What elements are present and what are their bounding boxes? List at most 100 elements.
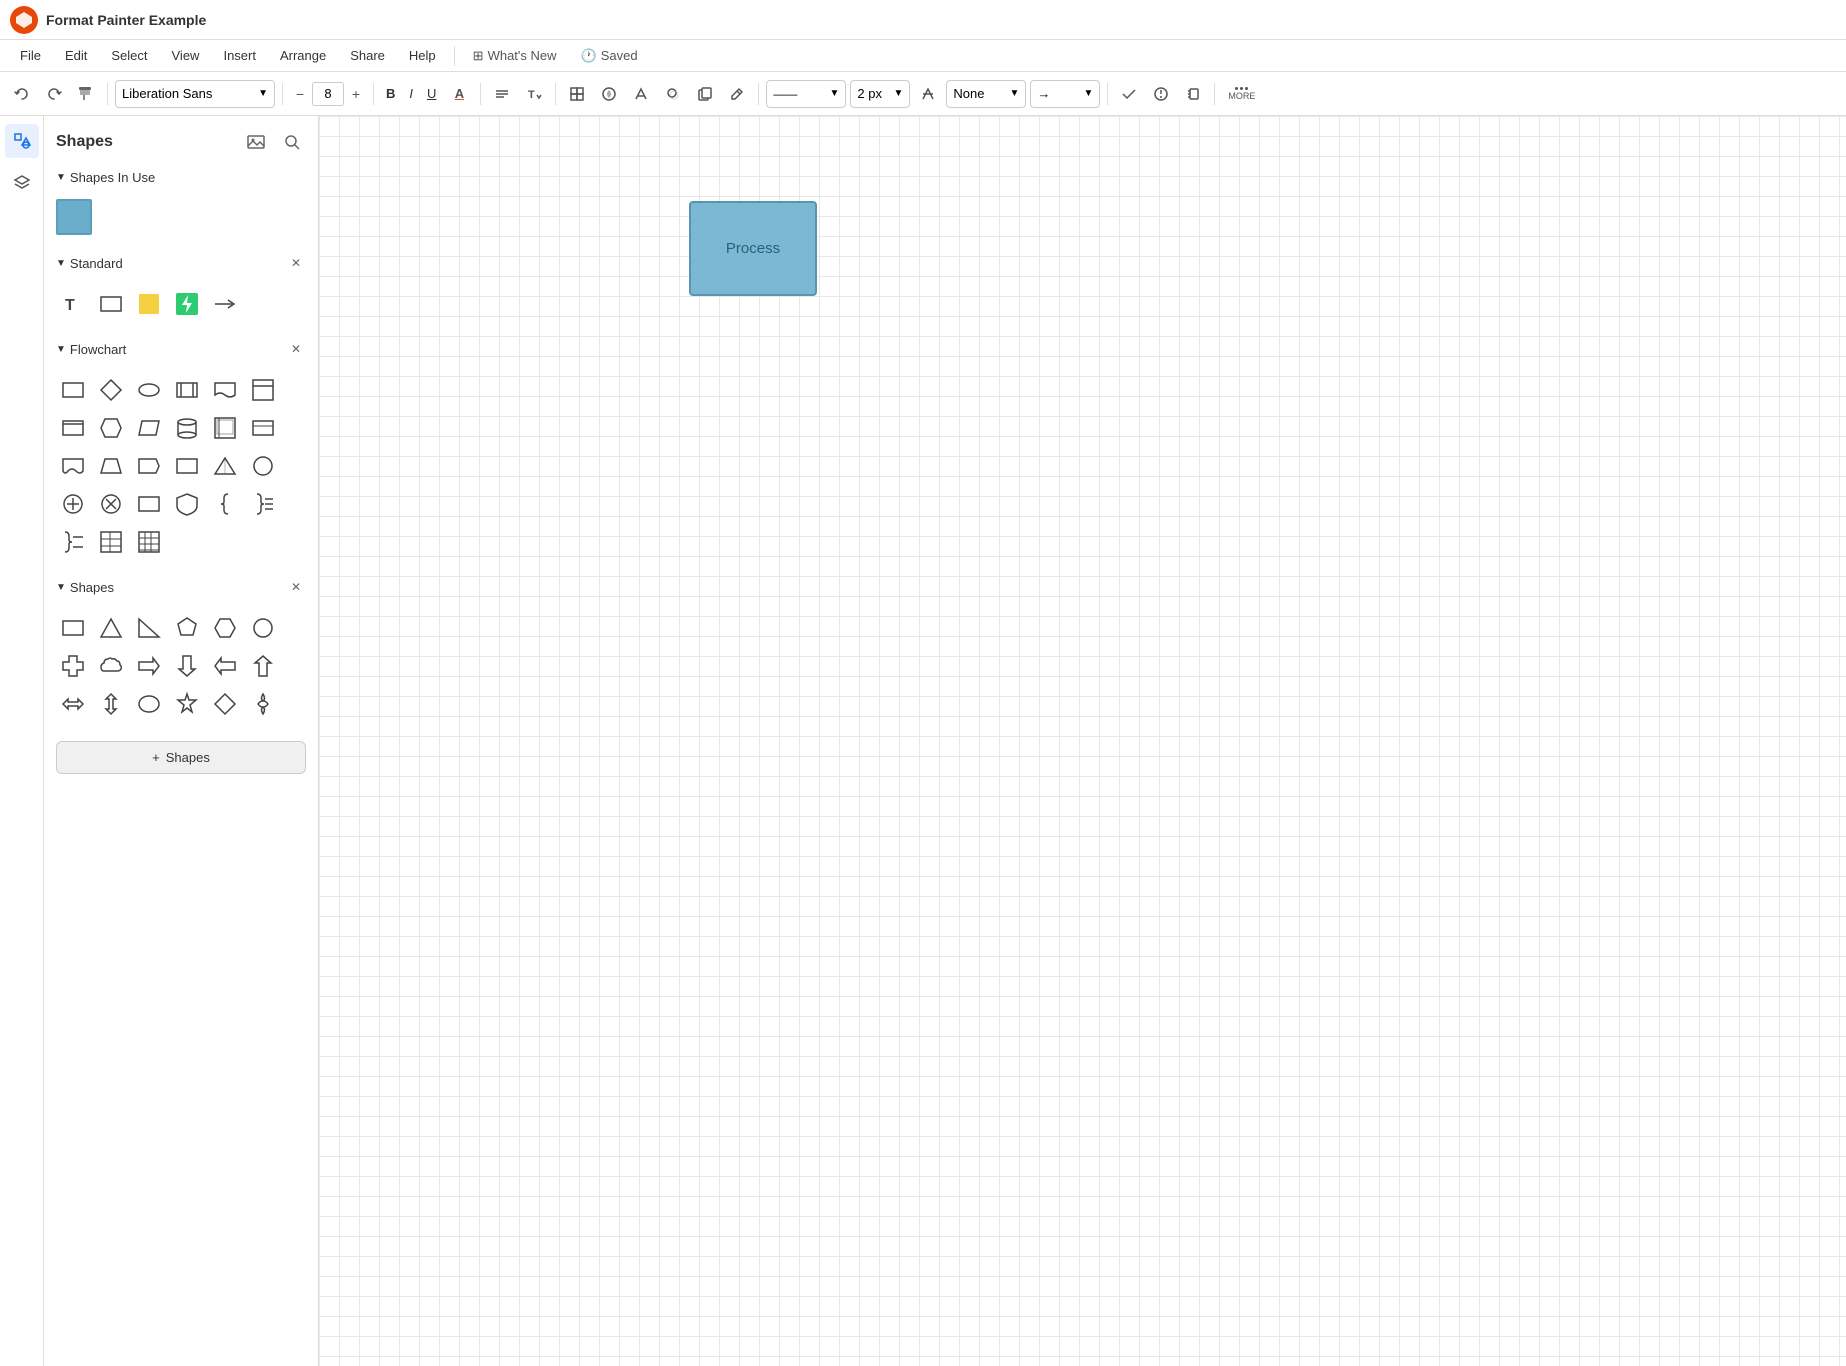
menu-view[interactable]: View (162, 44, 210, 67)
sh-arrow-left[interactable] (208, 649, 242, 683)
fc-subprocess[interactable] (170, 373, 204, 407)
sh-arrow-lr[interactable] (56, 687, 90, 721)
fc-circle[interactable] (246, 449, 280, 483)
line-size-selector[interactable]: 2 px ▼ (850, 80, 910, 108)
stroke-button[interactable] (627, 80, 655, 108)
fc-triangle[interactable] (208, 449, 242, 483)
sidebar-search-btn[interactable] (278, 128, 306, 156)
format-painter-button[interactable] (72, 80, 100, 108)
standard-rect-item[interactable] (94, 287, 128, 321)
sh-arrow-right[interactable] (132, 649, 166, 683)
sh-circle[interactable] (246, 611, 280, 645)
sh-ellipse[interactable] (132, 687, 166, 721)
menu-arrange[interactable]: Arrange (270, 44, 336, 67)
standard-arrow-item[interactable] (208, 287, 242, 321)
whats-new-btn[interactable]: ⊞ What's New (463, 44, 567, 68)
redo-button[interactable] (40, 80, 68, 108)
fc-hexagon[interactable] (94, 411, 128, 445)
fc-rect[interactable] (56, 373, 90, 407)
more-button[interactable]: MORE (1222, 80, 1261, 108)
menu-help[interactable]: Help (399, 44, 446, 67)
fc-wave[interactable] (56, 449, 90, 483)
arrow-selector[interactable]: → ▼ (1030, 80, 1100, 108)
waypoint-button[interactable] (914, 80, 942, 108)
saved-btn[interactable]: 🕐 Saved (571, 44, 648, 68)
sidebar-image-btn[interactable] (242, 128, 270, 156)
shadow-button[interactable] (659, 80, 687, 108)
fill-button[interactable] (595, 80, 623, 108)
sh-arrow-up[interactable] (246, 649, 280, 683)
layers-nav-btn[interactable] (5, 166, 39, 200)
font-size-decrease[interactable]: − (290, 84, 310, 104)
standard-close-btn[interactable]: ✕ (286, 253, 306, 273)
sh-blossom[interactable] (246, 687, 280, 721)
container-button[interactable] (563, 80, 591, 108)
fc-table2[interactable] (132, 525, 166, 559)
fc-rect4[interactable] (170, 449, 204, 483)
fc-loop[interactable] (246, 373, 280, 407)
extra-3-button[interactable] (1179, 80, 1207, 108)
bold-button[interactable]: B (381, 84, 400, 103)
shapes-nav-btn[interactable] (5, 124, 39, 158)
fc-trapezoid[interactable] (94, 449, 128, 483)
copy-style-button[interactable] (691, 80, 719, 108)
font-size-input[interactable] (312, 82, 344, 106)
edit-style-button[interactable] (723, 80, 751, 108)
menu-share[interactable]: Share (340, 44, 395, 67)
standard-yellow-item[interactable] (132, 287, 166, 321)
shapes-section-header[interactable]: ▼ Shapes ✕ (44, 571, 318, 603)
fc-shield[interactable] (170, 487, 204, 521)
sh-arrow-down[interactable] (170, 649, 204, 683)
fc-brace[interactable] (208, 487, 242, 521)
text-style-button[interactable]: T (520, 80, 548, 108)
fc-x-circle[interactable] (94, 487, 128, 521)
standard-header[interactable]: ▼ Standard ✕ (44, 247, 318, 279)
menu-insert[interactable]: Insert (213, 44, 266, 67)
sh-star[interactable] (170, 687, 204, 721)
shapes-section-close-btn[interactable]: ✕ (286, 577, 306, 597)
sh-cloud[interactable] (94, 649, 128, 683)
shapes-in-use-header[interactable]: ▼ Shapes In Use (44, 164, 318, 191)
fc-rect3[interactable] (246, 411, 280, 445)
sh-diamond[interactable] (208, 687, 242, 721)
fc-rect5[interactable] (132, 487, 166, 521)
sh-rect[interactable] (56, 611, 90, 645)
fc-cylinder[interactable] (170, 411, 204, 445)
sh-triangle[interactable] (94, 611, 128, 645)
fc-brace3[interactable] (56, 525, 90, 559)
canvas-area[interactable]: Process (319, 116, 1846, 1366)
standard-text-item[interactable]: T (56, 287, 90, 321)
flowchart-header[interactable]: ▼ Flowchart ✕ (44, 333, 318, 365)
sh-pentagon[interactable] (170, 611, 204, 645)
line-style-selector[interactable]: —— ▼ (766, 80, 846, 108)
extra-1-button[interactable] (1115, 80, 1143, 108)
standard-lightning-item[interactable] (170, 287, 204, 321)
underline-button[interactable]: U (422, 84, 441, 103)
fc-plus-circle[interactable] (56, 487, 90, 521)
fc-oval[interactable] (132, 373, 166, 407)
fc-rect2[interactable] (56, 411, 90, 445)
menu-edit[interactable]: Edit (55, 44, 97, 67)
fc-diamond[interactable] (94, 373, 128, 407)
in-use-rect-shape[interactable] (56, 199, 92, 235)
menu-file[interactable]: File (10, 44, 51, 67)
font-selector[interactable]: Liberation Sans ▼ (115, 80, 275, 108)
font-color-button[interactable]: A (445, 80, 473, 108)
fc-para[interactable] (132, 411, 166, 445)
fc-pentagon[interactable] (132, 449, 166, 483)
sh-hexagon[interactable] (208, 611, 242, 645)
extra-2-button[interactable] (1147, 80, 1175, 108)
sh-right-triangle[interactable] (132, 611, 166, 645)
fc-brace2[interactable] (246, 487, 280, 521)
italic-button[interactable]: I (404, 84, 418, 103)
menu-select[interactable]: Select (101, 44, 157, 67)
fc-document[interactable] (208, 373, 242, 407)
fc-table1[interactable] (94, 525, 128, 559)
align-button[interactable] (488, 80, 516, 108)
connection-selector[interactable]: None ▼ (946, 80, 1026, 108)
fc-multiline[interactable] (208, 411, 242, 445)
add-shapes-button[interactable]: + Shapes (56, 741, 306, 774)
sh-cross[interactable] (56, 649, 90, 683)
flowchart-close-btn[interactable]: ✕ (286, 339, 306, 359)
font-size-increase[interactable]: + (346, 84, 366, 104)
